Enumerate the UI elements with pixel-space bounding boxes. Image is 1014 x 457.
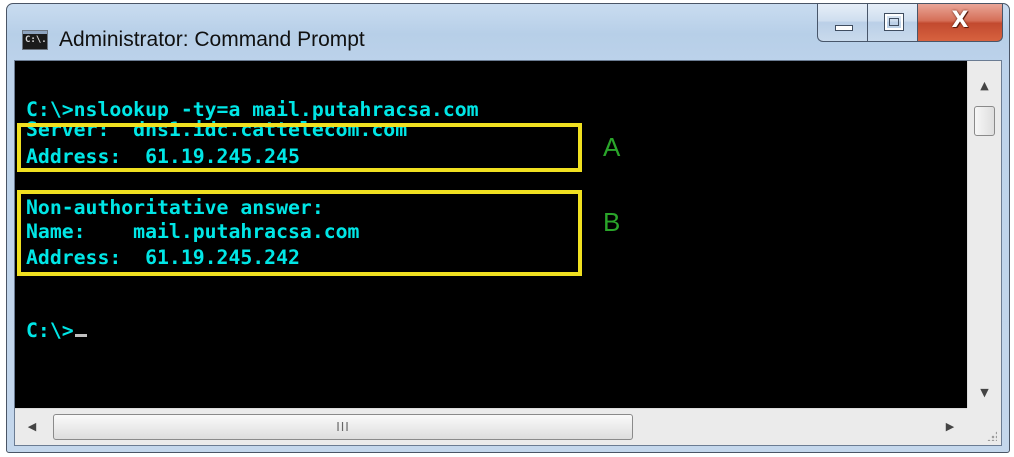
cmd-icon[interactable]: C:\. xyxy=(22,30,48,50)
annotation-box-b xyxy=(17,190,582,276)
minimize-icon xyxy=(835,25,853,31)
console-line-prompt: C:\> xyxy=(26,321,87,341)
scroll-down-arrow-icon[interactable]: ▼ xyxy=(968,380,1001,406)
console-line-command: C:\>nslookup -ty=a mail.putahracsa.com xyxy=(26,98,479,121)
minimize-button[interactable] xyxy=(817,4,867,42)
horizontal-scroll-thumb[interactable]: III xyxy=(53,414,633,440)
window-controls: X xyxy=(817,4,1003,44)
maximize-button[interactable] xyxy=(867,4,917,42)
horizontal-scrollbar[interactable]: ◀ III ▶ xyxy=(15,408,967,445)
title-bar[interactable]: C:\. Administrator: Command Prompt X xyxy=(7,4,1009,60)
close-button[interactable]: X xyxy=(917,4,1003,42)
command-prompt-window: C:\. Administrator: Command Prompt X C:\… xyxy=(6,3,1010,453)
text-cursor xyxy=(74,334,87,337)
scroll-grip-icon: III xyxy=(336,420,350,434)
maximize-icon xyxy=(884,13,904,31)
window-title: Administrator: Command Prompt xyxy=(59,28,365,51)
close-icon: X xyxy=(951,8,969,33)
vertical-scroll-thumb[interactable] xyxy=(974,106,995,136)
prompt-text: C:\> xyxy=(26,319,74,342)
vertical-scrollbar[interactable]: ▲ ▼ xyxy=(967,61,1001,408)
console-frame: C:\>nslookup -ty=a mail.putahracsa.com S… xyxy=(14,60,1002,446)
resize-grip-icon[interactable] xyxy=(967,408,1001,445)
annotation-label-b: B xyxy=(603,207,621,237)
console-output[interactable]: C:\>nslookup -ty=a mail.putahracsa.com S… xyxy=(15,61,967,408)
annotation-label-a: A xyxy=(603,132,621,162)
scroll-right-arrow-icon[interactable]: ▶ xyxy=(935,409,965,445)
scroll-left-arrow-icon[interactable]: ◀ xyxy=(17,409,47,445)
annotation-box-a xyxy=(17,123,582,172)
scroll-up-arrow-icon[interactable]: ▲ xyxy=(968,73,1001,99)
